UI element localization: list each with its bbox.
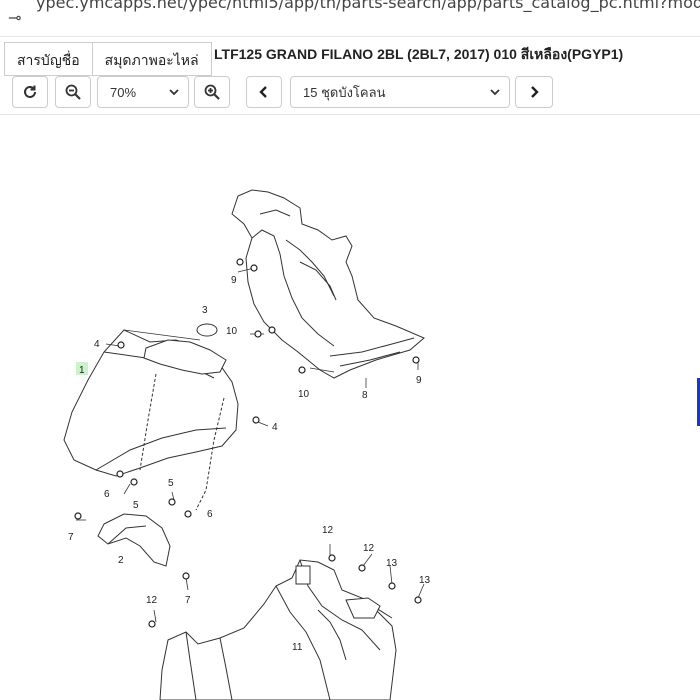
callout-label[interactable]: 12	[363, 543, 375, 554]
parts-diagram: 1 2 3 4 4 5 5 6 6 7 7 8 9 9 10 10 11 12 …	[63, 189, 431, 700]
browser-url-bar[interactable]: ⊸ ypec.ymcapps.net/ypec/html5/app/th/par…	[0, 0, 700, 37]
page-title: LTF125 GRAND FILANO 2BL (2BL7, 2017) 010…	[214, 46, 624, 62]
callout-label[interactable]: 8	[362, 390, 368, 401]
chevron-left-icon	[259, 86, 267, 98]
previous-section-button[interactable]	[246, 76, 282, 108]
callout-label[interactable]: 3	[202, 305, 208, 316]
callout-label[interactable]: 4	[94, 339, 100, 350]
section-value: 15 ชุดบังโคลน	[303, 84, 386, 100]
callout-label[interactable]: 12	[146, 595, 158, 606]
callout-label[interactable]: 10	[298, 389, 310, 400]
zoom-in-button[interactable]	[194, 76, 230, 108]
callout-label[interactable]: 9	[416, 375, 422, 386]
callout-label[interactable]: 1	[79, 365, 85, 376]
zoom-select[interactable]: 70%	[97, 76, 189, 108]
callout-label[interactable]: 6	[207, 509, 213, 520]
callout-label[interactable]: 2	[118, 555, 124, 566]
tab-index[interactable]: สารบัญชื่อ	[4, 42, 93, 76]
viewer-toolbar: 70% 15 ชุดบังโคลน	[0, 76, 700, 114]
callout-label[interactable]: 9	[231, 275, 237, 286]
catalog-tabs: สารบัญชื่อ สมุดภาพอะไหล่	[4, 42, 212, 76]
chevron-down-icon	[169, 89, 179, 96]
callout-label[interactable]: 5	[133, 500, 139, 511]
callout-label[interactable]: 7	[185, 595, 191, 606]
front-fender-rear-part[interactable]	[97, 513, 171, 567]
tab-parts-catalog[interactable]: สมุดภาพอะไหล่	[92, 42, 212, 76]
callout-label[interactable]: 13	[419, 575, 431, 586]
refresh-button[interactable]	[12, 76, 48, 108]
next-section-button[interactable]	[515, 76, 553, 108]
parts-diagram-viewer[interactable]: 1 2 3 4 4 5 5 6 6 7 7 8 9 9 10 10 11 12 …	[0, 115, 700, 700]
chevron-down-icon	[490, 89, 500, 96]
chevron-right-icon	[531, 86, 539, 98]
callout-label[interactable]: 7	[68, 532, 74, 543]
callout-label[interactable]: 12	[322, 525, 334, 536]
callout-label[interactable]: 10	[226, 326, 238, 337]
zoom-in-icon	[204, 84, 220, 100]
rear-fender-part[interactable]	[159, 559, 397, 700]
callout-label[interactable]: 13	[386, 558, 398, 569]
callout-label[interactable]: 4	[272, 422, 278, 433]
site-info-icon[interactable]: ⊸	[8, 8, 21, 27]
zoom-value: 70%	[110, 84, 137, 100]
refresh-icon	[24, 85, 36, 98]
url-text[interactable]: ypec.ymcapps.net/ypec/html5/app/th/parts…	[36, 0, 700, 12]
callout-label[interactable]: 5	[168, 478, 174, 489]
section-select[interactable]: 15 ชุดบังโคลน	[290, 76, 510, 108]
zoom-out-button[interactable]	[55, 76, 91, 108]
zoom-out-icon	[65, 84, 81, 100]
callout-label[interactable]: 11	[292, 642, 303, 653]
callout-label[interactable]: 6	[104, 489, 110, 500]
